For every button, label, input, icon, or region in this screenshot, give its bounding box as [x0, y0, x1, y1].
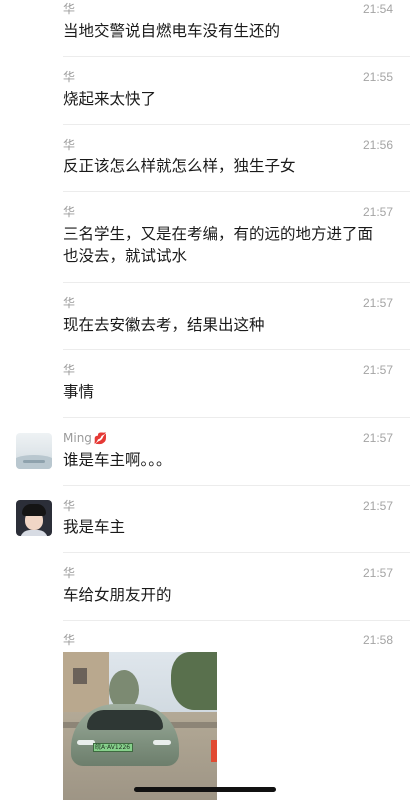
- avatar[interactable]: [16, 433, 52, 469]
- divider: [63, 282, 410, 283]
- avatar-caption-mark: [23, 460, 45, 463]
- divider: [63, 620, 410, 621]
- message-time: 21:54: [362, 2, 393, 16]
- message-text: 车给女朋友开的: [63, 586, 172, 604]
- divider: [63, 552, 410, 553]
- sender-name: 华: [63, 70, 76, 84]
- divider: [63, 124, 410, 125]
- message-time: 21:57: [362, 296, 393, 310]
- photo-car-headlight: [153, 740, 171, 745]
- divider: [63, 56, 410, 57]
- avatar-hair: [22, 504, 46, 516]
- sender-name: Ming 💋: [63, 431, 108, 446]
- message-text: 当地交警说自燃电车没有生还的: [63, 22, 281, 40]
- sender-name: 华: [63, 205, 76, 219]
- avatar-shirt: [20, 530, 48, 536]
- message-time: 21:57: [362, 499, 393, 513]
- sender-name: 华: [63, 633, 76, 647]
- message-text: 烧起来太快了: [63, 90, 157, 108]
- message-text: 三名学生，又是在考编，有的远的地方进了面 也没去，就试试水: [63, 225, 374, 265]
- divider: [63, 349, 410, 350]
- sender-name: 华: [63, 296, 76, 310]
- message-time: 21:57: [362, 363, 393, 377]
- divider: [63, 191, 410, 192]
- message-time: 21:56: [362, 138, 393, 152]
- message-time: 21:55: [362, 70, 393, 84]
- sender-name: 华: [63, 2, 76, 16]
- home-indicator[interactable]: [134, 787, 276, 792]
- message-text: 事情: [63, 383, 95, 401]
- photo-house-window: [73, 668, 87, 684]
- message-text: 现在去安徽去考，结果出这种: [63, 316, 265, 334]
- message-time: 21:57: [362, 566, 393, 580]
- message-text: 我是车主: [63, 518, 126, 536]
- message-text: 反正该怎么样就怎么样，独生子女: [63, 157, 296, 175]
- sender-name: 华: [63, 566, 76, 580]
- lips-emoji-icon: 💋: [93, 432, 108, 445]
- sender-name: 华: [63, 499, 76, 513]
- sender-name: 华: [63, 138, 76, 152]
- divider: [63, 417, 410, 418]
- sender-name: 华: [63, 363, 76, 377]
- message-photo[interactable]: 皖A·AV1226: [63, 652, 217, 800]
- sender-name-text: Ming: [63, 431, 92, 445]
- chat-message-list[interactable]: 华 21:54 当地交警说自燃电车没有生还的 华 21:55 烧起来太快了 华 …: [0, 0, 410, 800]
- photo-traffic-cone: [211, 740, 217, 762]
- message-text: 谁是车主啊。。。: [63, 451, 172, 469]
- message-time: 21:58: [362, 633, 393, 647]
- avatar[interactable]: [16, 500, 52, 536]
- photo-car-windshield: [87, 710, 163, 730]
- message-time: 21:57: [362, 431, 393, 445]
- divider: [63, 485, 410, 486]
- message-time: 21:57: [362, 205, 393, 219]
- license-plate-text: 皖A·AV1226: [95, 744, 131, 751]
- photo-tree: [171, 652, 217, 710]
